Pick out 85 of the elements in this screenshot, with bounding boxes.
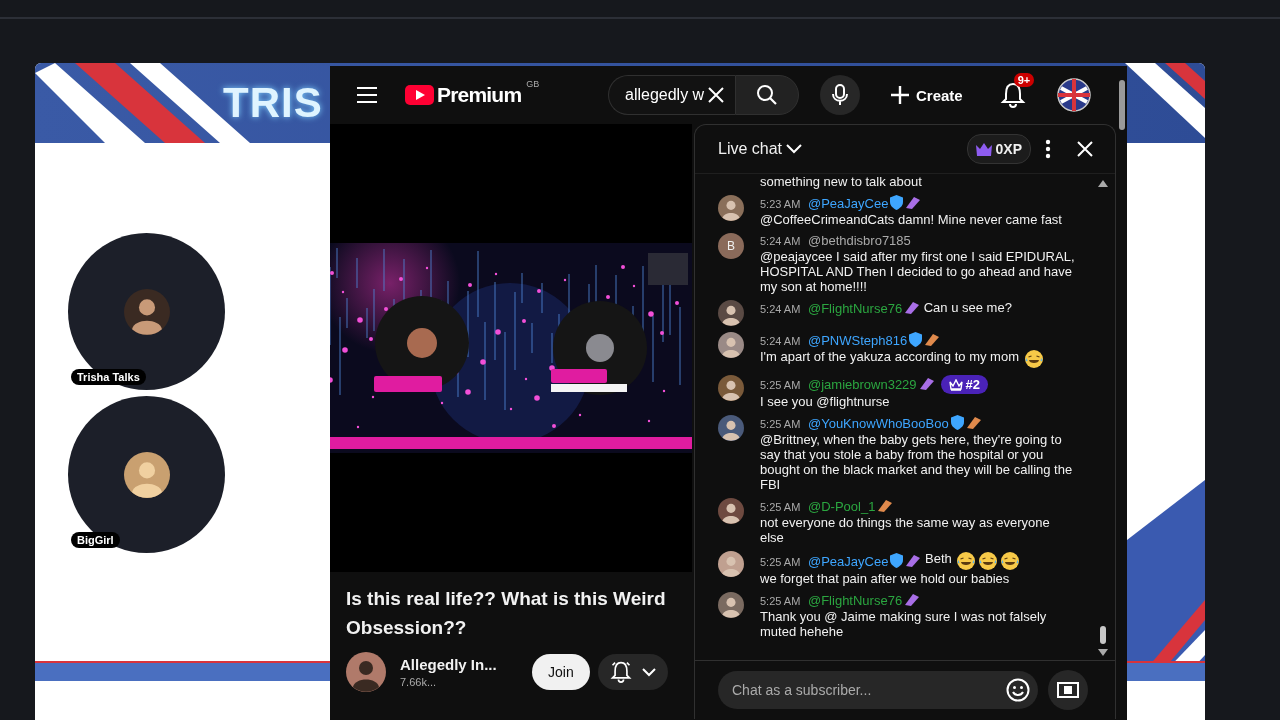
super-chat-button[interactable] <box>1048 670 1088 710</box>
channel-name[interactable]: Allegedly In... <box>400 656 520 673</box>
dollar-icon <box>1057 682 1079 698</box>
notification-badge: 9+ <box>1013 73 1035 87</box>
laughing-emoji-icon <box>1000 551 1021 571</box>
search-icon <box>756 84 778 106</box>
user-avatar <box>718 375 744 401</box>
chat-mode-dropdown[interactable]: Live chat <box>718 140 803 158</box>
message-time: 5:24 AM <box>760 303 801 315</box>
close-icon[interactable] <box>1077 141 1093 157</box>
xp-button[interactable]: 0XP <box>966 134 1031 164</box>
message-text: not everyone do things the same way as everyone else <box>760 515 1051 545</box>
create-button[interactable]: Create <box>880 77 973 113</box>
scroll-down-icon[interactable] <box>1098 649 1108 656</box>
message-text: we forget that pain after we hold our babies <box>760 571 1010 586</box>
participant-name: BigGirl <box>71 532 120 548</box>
author-name[interactable]: @PeaJayCee <box>808 554 889 569</box>
message-time: 5:25 AM <box>760 501 801 513</box>
message-time: 5:25 AM <box>760 556 801 568</box>
notification-button[interactable] <box>597 654 668 690</box>
author-name[interactable]: @jamiebrown3229 <box>808 376 917 392</box>
participant-avatar <box>123 451 170 498</box>
rank-badge: #2 <box>940 375 989 394</box>
chat-input-field[interactable]: Chat as a subscriber... <box>718 671 1038 709</box>
more-icon[interactable] <box>1045 139 1051 159</box>
user-avatar <box>718 332 744 358</box>
chevron-down-icon <box>641 667 656 677</box>
message-time: 5:25 AM <box>760 378 801 391</box>
user-avatar <box>718 498 744 524</box>
laughing-emoji-icon <box>978 551 999 571</box>
message-time: 5:25 AM <box>760 418 801 430</box>
join-button[interactable]: Join <box>532 654 590 690</box>
laughing-emoji-icon <box>1023 349 1044 369</box>
bell-icon <box>609 660 632 684</box>
user-avatar <box>718 592 744 618</box>
scrollbar-thumb[interactable] <box>1119 80 1125 130</box>
subscriber-count: 7.66k... <box>400 676 438 688</box>
author-name[interactable]: @D-Pool_1 <box>808 499 876 514</box>
mic-icon <box>832 84 848 106</box>
message-time: 5:23 AM <box>760 198 801 210</box>
author-name[interactable]: @YouKnowWhoBooBoo <box>808 416 949 431</box>
message-time: 5:24 AM <box>760 335 801 347</box>
author-name[interactable]: @PNWSteph816 <box>808 333 908 348</box>
chevron-down-icon <box>786 144 803 154</box>
message-text: @CoffeeCrimeandCats damn! Mine never came fast <box>760 212 1062 227</box>
user-avatar <box>718 195 744 221</box>
mic-button[interactable] <box>820 75 860 115</box>
message-text: @peajaycee I said after my first one I said EPIDURAL, HOSPITAL AND Then I decided to go ahead and have my son at home!!!! <box>760 249 1075 294</box>
letter-avatar: B <box>718 233 744 259</box>
account-avatar[interactable] <box>1056 78 1091 112</box>
message-text: Can u see me? <box>923 300 1012 315</box>
crown-icon <box>975 142 992 156</box>
user-avatar <box>718 415 744 441</box>
author-name[interactable]: @PeaJayCee <box>808 196 889 211</box>
search-button[interactable] <box>735 75 799 115</box>
banner-title: TRIS <box>223 79 323 127</box>
participant-avatar <box>123 288 170 335</box>
text-input[interactable]: Chat as a subscriber... <box>730 681 1006 699</box>
user-avatar <box>718 551 744 577</box>
clear-icon[interactable] <box>708 87 725 103</box>
message-text: Beth <box>925 551 952 566</box>
message-text: I see you @flightnurse <box>760 394 890 409</box>
message-time: 5:24 AM <box>760 235 801 247</box>
message-text: @Brittney, when the baby gets here, they're going to say that you stole a baby from the hospital or you bought on the black market and they will be calling the FBI <box>760 432 1074 492</box>
play-logo-icon[interactable] <box>405 85 434 105</box>
message-text: something new to talk about <box>760 174 922 189</box>
message-text: Thank you @ Jaime making sure I was not falsely muted hehehe <box>760 609 1048 639</box>
scroll-up-icon[interactable] <box>1098 180 1108 187</box>
channel-avatar <box>346 652 386 692</box>
logo-text[interactable]: Premium <box>437 83 522 107</box>
video-title: Is this real life?? What is this Weird Obsession?? <box>346 587 667 640</box>
scrollbar-thumb[interactable] <box>1100 626 1106 644</box>
plus-icon <box>890 85 910 105</box>
author-name[interactable]: @bethdisbro7185 <box>808 233 911 248</box>
search-field[interactable]: allegedly w <box>608 75 735 115</box>
message-time: 5:25 AM <box>760 595 801 607</box>
author-name[interactable]: @FlightNurse76 <box>808 301 903 316</box>
message-text: I'm apart of the yakuza according to my mom <box>760 349 1019 364</box>
country-code: GB <box>526 79 540 89</box>
laughing-emoji-icon <box>956 551 977 571</box>
user-avatar <box>718 300 744 326</box>
author-name[interactable]: @FlightNurse76 <box>808 593 903 608</box>
participant-name: Trisha Talks <box>71 369 146 385</box>
menu-icon[interactable] <box>357 87 377 103</box>
emoji-icon[interactable] <box>1006 678 1030 702</box>
